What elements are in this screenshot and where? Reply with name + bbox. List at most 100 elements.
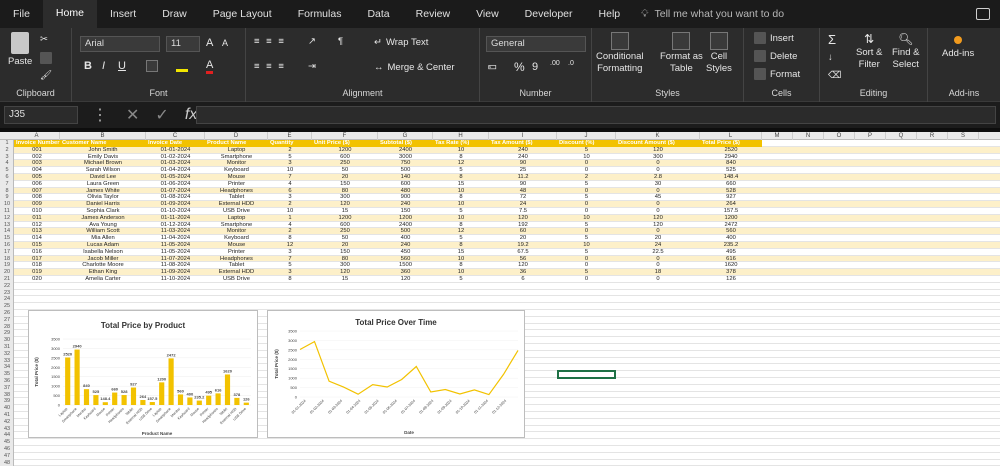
row-header[interactable]: 32 bbox=[0, 351, 14, 358]
font-color-icon[interactable]: A bbox=[206, 59, 214, 74]
bold-button[interactable]: B bbox=[84, 60, 92, 72]
column-header-e[interactable]: E bbox=[268, 132, 312, 140]
table-cell[interactable]: 120 bbox=[312, 269, 378, 276]
table-cell[interactable]: 1200 bbox=[312, 215, 378, 222]
table-cell[interactable]: 20 bbox=[489, 235, 557, 242]
tab-data[interactable]: Data bbox=[354, 0, 402, 28]
table-cell[interactable]: Keyboard bbox=[205, 167, 268, 174]
table-cell[interactable]: 560 bbox=[700, 228, 762, 235]
table-cell[interactable]: 1620 bbox=[700, 262, 762, 269]
row-header[interactable]: 1 bbox=[0, 140, 14, 147]
table-cell[interactable]: 495 bbox=[700, 249, 762, 256]
table-cell[interactable]: 250 bbox=[312, 160, 378, 167]
table-cell[interactable]: 10 bbox=[557, 242, 616, 249]
table-cell[interactable]: 600 bbox=[312, 154, 378, 161]
line-chart[interactable]: Total Price Over Time 0 500 1000 1500 2000 25… bbox=[267, 310, 525, 438]
table-cell[interactable]: Laptop bbox=[205, 147, 268, 154]
table-cell[interactable]: David Lee bbox=[60, 174, 146, 181]
table-cell[interactable]: 0 bbox=[616, 262, 700, 269]
row-header[interactable]: 16 bbox=[0, 242, 14, 249]
table-cell[interactable]: 15 bbox=[312, 276, 378, 283]
table-cell[interactable]: 2940 bbox=[700, 154, 762, 161]
row-header[interactable]: 41 bbox=[0, 412, 14, 419]
row-header[interactable]: 28 bbox=[0, 324, 14, 331]
table-header-cell[interactable]: Tax Amount ($) bbox=[489, 140, 557, 147]
table-cell[interactable]: Amelia Carter bbox=[60, 276, 146, 283]
table-cell[interactable]: 11-08-2024 bbox=[146, 262, 205, 269]
table-cell[interactable]: Laura Green bbox=[60, 181, 146, 188]
table-cell[interactable]: 2472 bbox=[700, 222, 762, 229]
table-cell[interactable]: Ethan King bbox=[60, 269, 146, 276]
table-cell[interactable]: 900 bbox=[378, 194, 433, 201]
table-cell[interactable]: 140 bbox=[378, 174, 433, 181]
table-cell[interactable]: 120 bbox=[616, 215, 700, 222]
table-cell[interactable]: 1200 bbox=[378, 215, 433, 222]
table-cell[interactable]: 1200 bbox=[700, 215, 762, 222]
table-header-cell[interactable]: Product Name bbox=[205, 140, 268, 147]
table-cell[interactable]: 5 bbox=[557, 147, 616, 154]
table-cell[interactable]: 019 bbox=[14, 269, 60, 276]
table-cell[interactable]: 0 bbox=[557, 160, 616, 167]
table-cell[interactable]: 01-01-2024 bbox=[146, 147, 205, 154]
table-cell[interactable]: 126 bbox=[700, 276, 762, 283]
table-cell[interactable]: 8 bbox=[433, 242, 489, 249]
row-header[interactable]: 34 bbox=[0, 364, 14, 371]
table-cell[interactable]: 19.2 bbox=[489, 242, 557, 249]
table-cell[interactable]: 0 bbox=[557, 208, 616, 215]
table-cell[interactable]: 2400 bbox=[378, 222, 433, 229]
table-cell[interactable]: 616 bbox=[700, 256, 762, 263]
table-cell[interactable]: 3 bbox=[268, 249, 312, 256]
table-header-cell[interactable]: Invoice Date bbox=[146, 140, 205, 147]
table-cell[interactable]: 4 bbox=[268, 222, 312, 229]
row-header[interactable]: 35 bbox=[0, 371, 14, 378]
table-cell[interactable]: 2 bbox=[268, 201, 312, 208]
table-cell[interactable]: 378 bbox=[700, 269, 762, 276]
table-cell[interactable]: 11-05-2024 bbox=[146, 249, 205, 256]
rtl-icon[interactable]: ¶ bbox=[338, 36, 343, 47]
table-cell[interactable]: 264 bbox=[700, 201, 762, 208]
decrease-decimal-icon[interactable]: .0 bbox=[568, 60, 574, 67]
table-header-cell[interactable]: Invoice Number bbox=[14, 140, 60, 147]
table-cell[interactable]: 90 bbox=[489, 160, 557, 167]
table-cell[interactable]: 7 bbox=[268, 174, 312, 181]
table-cell[interactable]: 80 bbox=[312, 256, 378, 263]
row-header[interactable]: 47 bbox=[0, 453, 14, 460]
column-header-d[interactable]: D bbox=[205, 132, 268, 140]
column-header-o[interactable]: O bbox=[824, 132, 855, 140]
table-cell[interactable]: 0 bbox=[557, 188, 616, 195]
find-select-button[interactable]: 🔍︎ Find & Select bbox=[892, 32, 919, 70]
format-as-table-button[interactable]: Format as Table bbox=[660, 32, 703, 74]
table-cell[interactable]: 01-07-2024 bbox=[146, 188, 205, 195]
table-cell[interactable]: 8 bbox=[433, 194, 489, 201]
table-header-cell[interactable]: Unit Price ($) bbox=[312, 140, 378, 147]
table-cell[interactable]: 016 bbox=[14, 249, 60, 256]
table-cell[interactable]: 3 bbox=[268, 269, 312, 276]
table-cell[interactable]: 004 bbox=[14, 167, 60, 174]
table-cell[interactable]: 600 bbox=[312, 222, 378, 229]
row-header[interactable]: 5 bbox=[0, 167, 14, 174]
row-header[interactable]: 44 bbox=[0, 432, 14, 439]
table-cell[interactable]: 0 bbox=[616, 167, 700, 174]
borders-icon[interactable] bbox=[146, 60, 158, 72]
table-cell[interactable]: 0 bbox=[616, 160, 700, 167]
table-cell[interactable]: 01-03-2024 bbox=[146, 160, 205, 167]
table-cell[interactable]: 2520 bbox=[700, 147, 762, 154]
table-cell[interactable]: Smartphone bbox=[205, 222, 268, 229]
table-cell[interactable]: 192 bbox=[489, 222, 557, 229]
column-header-i[interactable]: I bbox=[489, 132, 557, 140]
indent-icon[interactable]: ⇥ bbox=[308, 61, 316, 72]
table-cell[interactable]: Michael Brown bbox=[60, 160, 146, 167]
currency-icon[interactable]: 💵︎ bbox=[488, 61, 497, 72]
table-cell[interactable]: 560 bbox=[378, 256, 433, 263]
table-cell[interactable]: 1200 bbox=[312, 147, 378, 154]
table-cell[interactable]: 120 bbox=[378, 276, 433, 283]
table-cell[interactable]: 2 bbox=[557, 174, 616, 181]
column-header-p[interactable]: P bbox=[855, 132, 886, 140]
row-header[interactable]: 30 bbox=[0, 337, 14, 344]
table-cell[interactable]: 014 bbox=[14, 235, 60, 242]
table-cell[interactable]: Laptop bbox=[205, 215, 268, 222]
table-cell[interactable]: 018 bbox=[14, 262, 60, 269]
row-header[interactable]: 29 bbox=[0, 330, 14, 337]
table-cell[interactable]: 8 bbox=[433, 154, 489, 161]
tab-review[interactable]: Review bbox=[403, 0, 463, 28]
